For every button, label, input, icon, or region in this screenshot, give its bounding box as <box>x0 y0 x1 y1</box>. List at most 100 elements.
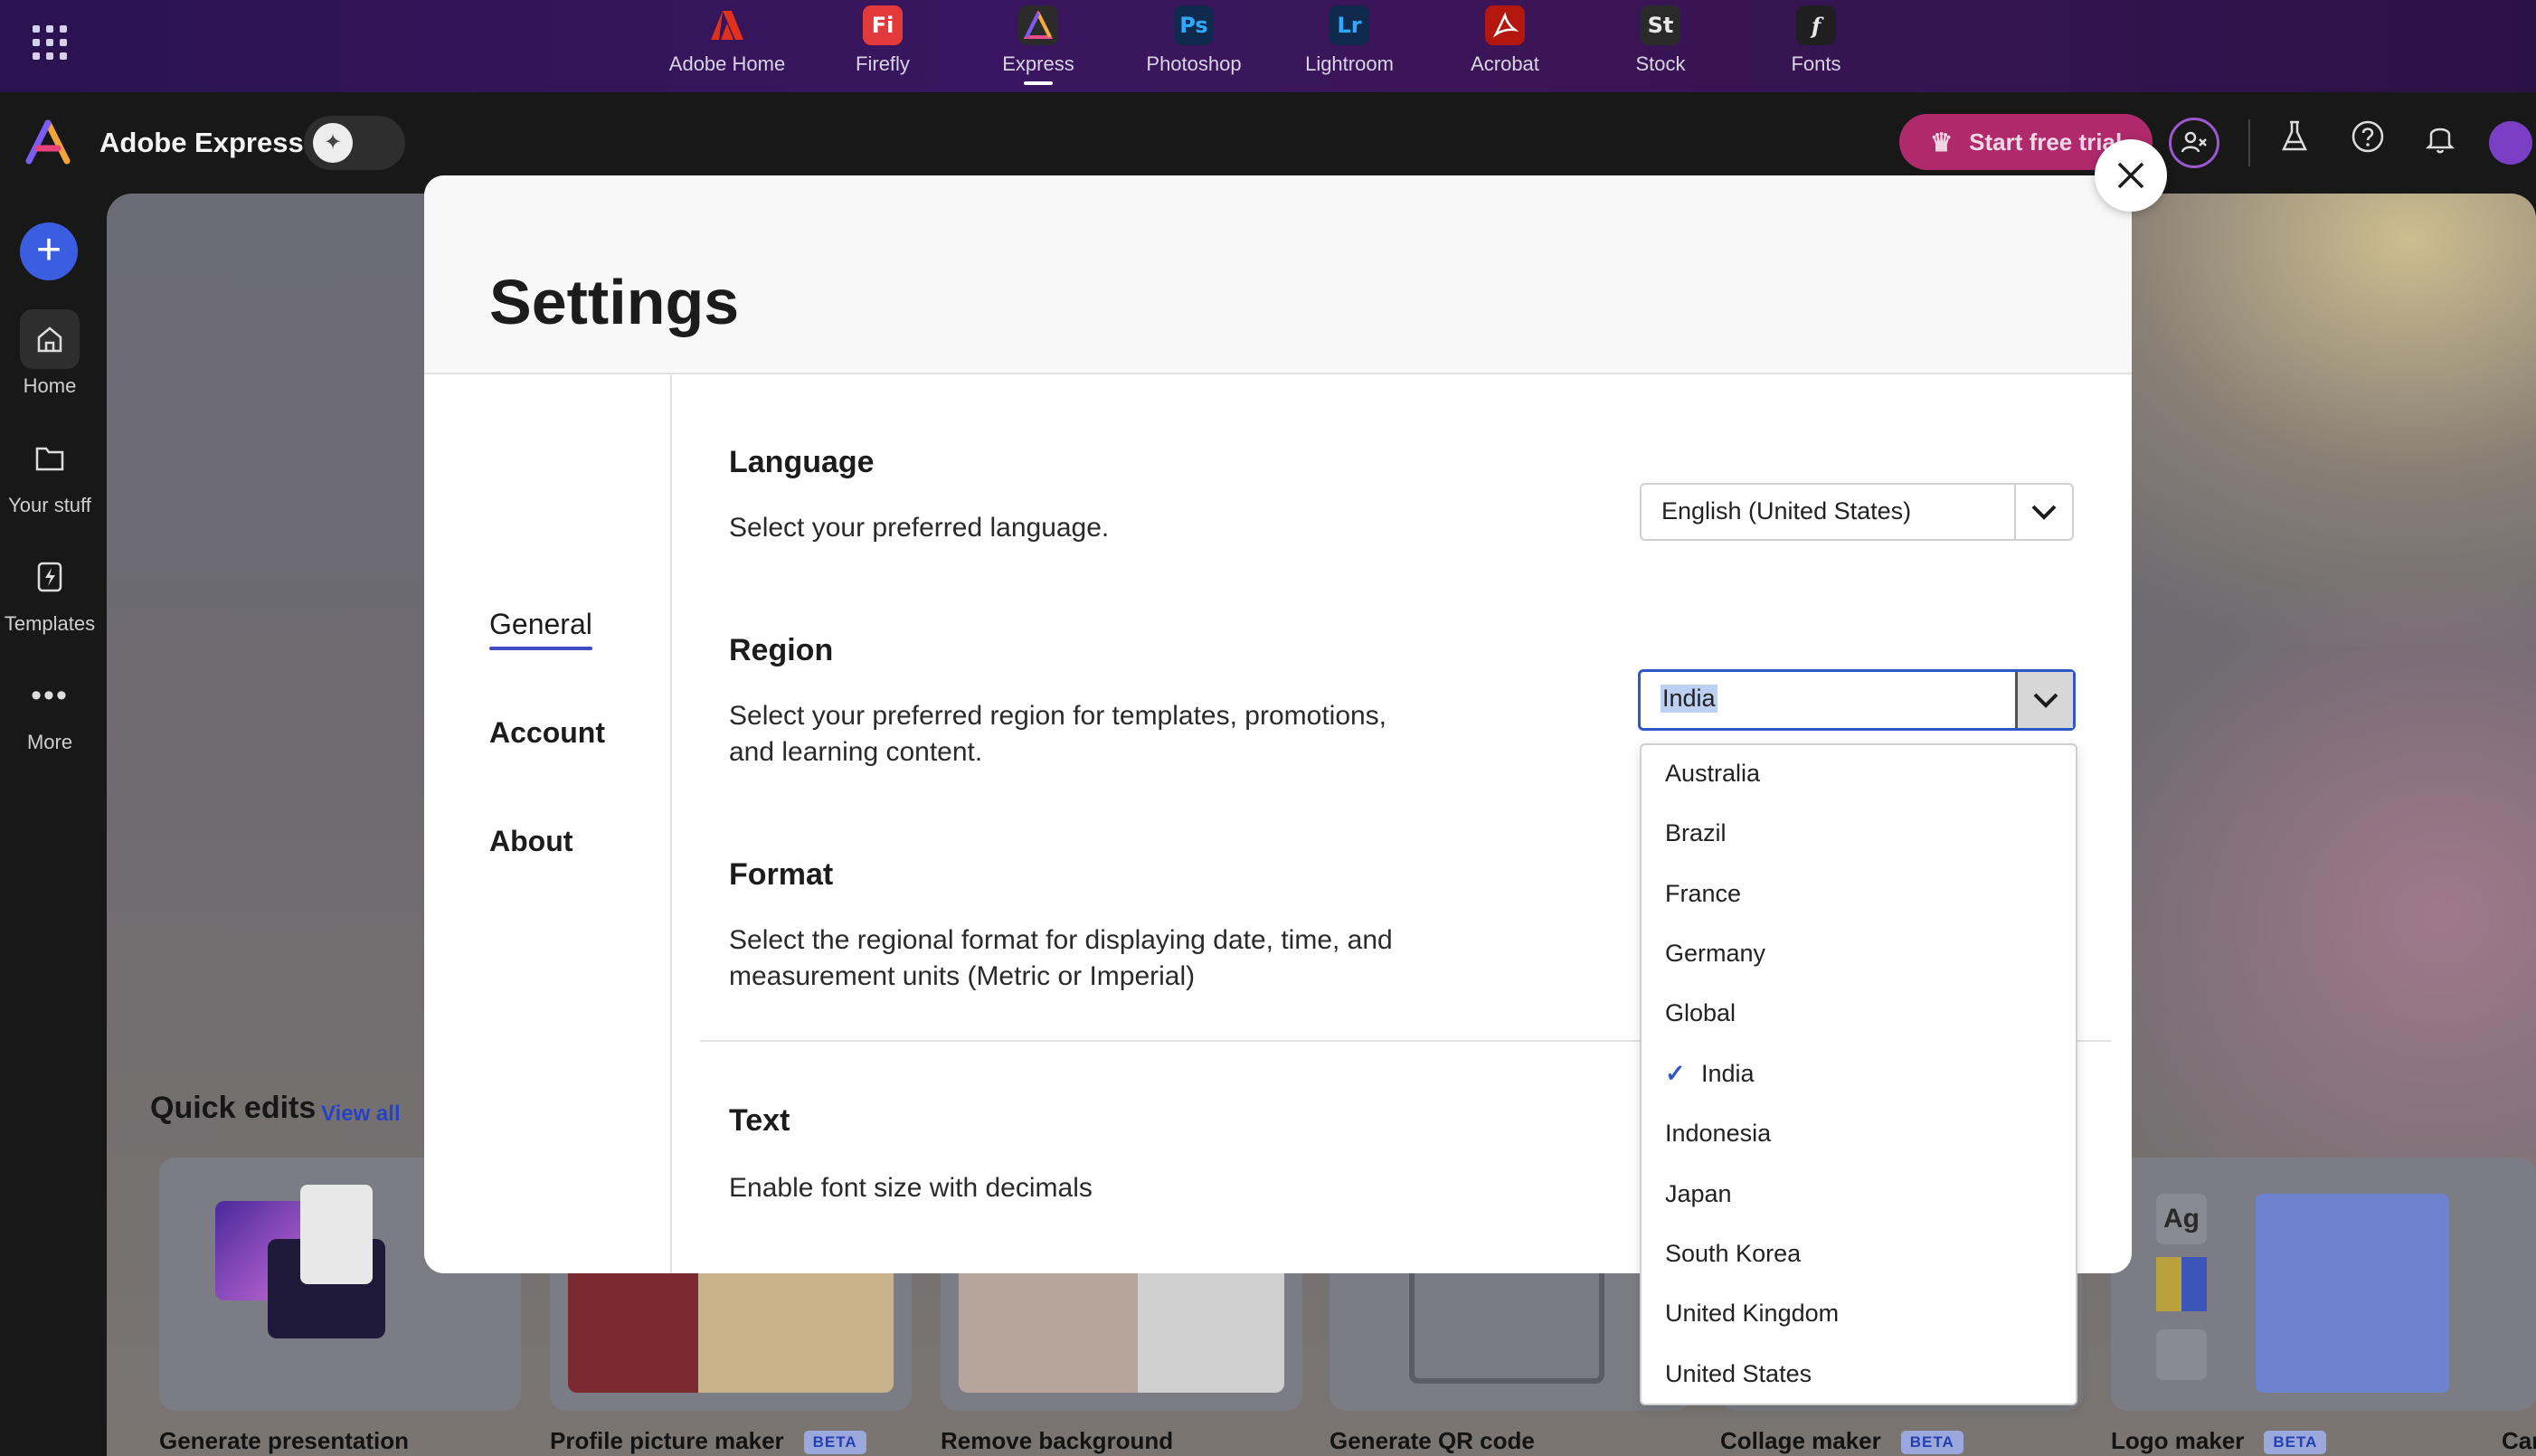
crown-icon: ♛ <box>1930 128 1954 156</box>
app-express[interactable]: Express <box>966 5 1111 87</box>
card-label-logo: Logo maker BETA <box>2111 1427 2327 1455</box>
rail-label: Templates <box>4 612 96 635</box>
region-dropdown-menu: Australia Brazil France Germany Global ✓… <box>1640 743 2077 1405</box>
sparkle-icon: ✦ <box>313 123 353 163</box>
region-option-selected[interactable]: ✓ India <box>1665 1060 1755 1088</box>
adobe-express-logo-icon[interactable] <box>25 119 71 165</box>
nav-account[interactable]: Account <box>489 716 605 750</box>
rail-label: Home <box>23 374 77 397</box>
trial-label: Start free trial <box>1969 128 2123 156</box>
app-photoshop[interactable]: Ps Photoshop <box>1121 5 1266 87</box>
region-option[interactable]: Brazil <box>1665 819 1727 847</box>
help-icon[interactable] <box>2345 119 2390 165</box>
labs-flask-icon[interactable] <box>2272 119 2317 165</box>
notifications-bell-icon[interactable] <box>2418 119 2463 165</box>
express-icon <box>1018 5 1058 45</box>
settings-nav: General Account About <box>424 374 672 1273</box>
region-option-label: India <box>1701 1060 1755 1087</box>
region-option[interactable]: Indonesia <box>1665 1120 1771 1148</box>
app-fonts[interactable]: f Fonts <box>1744 5 1888 87</box>
region-option[interactable]: Australia <box>1665 760 1760 788</box>
region-option[interactable]: United Kingdom <box>1665 1300 1839 1328</box>
app-label: Acrobat <box>1471 52 1539 75</box>
app-label: Firefly <box>856 52 910 75</box>
rail-item-more[interactable]: ••• More <box>0 666 99 754</box>
app-label: Adobe Home <box>668 52 786 75</box>
firefly-icon: Fi <box>863 5 903 45</box>
chevron-down-icon[interactable] <box>2014 485 2072 539</box>
rail-label: More <box>26 731 73 753</box>
chevron-down-icon[interactable] <box>2015 672 2073 728</box>
app-adobe-home[interactable]: Adobe Home <box>655 5 800 87</box>
rail-label: Your stuff <box>8 494 91 516</box>
app-label: Fonts <box>1791 52 1841 75</box>
app-firefly[interactable]: Fi Firefly <box>810 5 955 87</box>
font-sample-icon: Ag <box>2156 1194 2207 1244</box>
card-label-collage: Collage maker BETA <box>1720 1427 1964 1455</box>
create-new-button[interactable]: + <box>20 222 78 280</box>
beta-badge: BETA <box>1900 1431 1964 1455</box>
rail-item-your-stuff[interactable]: Your stuff <box>0 429 99 517</box>
app-label: Stock <box>1635 52 1686 75</box>
text-title: Text <box>729 1103 790 1138</box>
app-lightroom[interactable]: Lr Lightroom <box>1277 5 1422 87</box>
anchor-logo-thumbnail <box>2256 1194 2449 1393</box>
photoshop-icon: Ps <box>1174 5 1214 45</box>
lightroom-icon: Lr <box>1330 5 1369 45</box>
region-select[interactable]: India <box>1638 669 2076 731</box>
region-option[interactable]: United States <box>1665 1360 1812 1388</box>
close-icon <box>2117 162 2144 189</box>
acrobat-icon <box>1485 5 1525 45</box>
dialog-header: Settings <box>424 175 2132 374</box>
format-title: Format <box>729 857 834 892</box>
app-label: Photoshop <box>1146 52 1242 75</box>
format-desc: Select the regional format for displayin… <box>729 925 1393 991</box>
app-label: Express <box>1002 52 1074 75</box>
app-acrobat[interactable]: Acrobat <box>1433 5 1577 87</box>
ai-toggle[interactable]: ✦ <box>304 116 405 170</box>
dialog-title: Settings <box>489 267 740 337</box>
region-option[interactable]: Germany <box>1665 940 1765 968</box>
left-rail: + Home Your stuff Templates ••• More <box>0 194 99 1456</box>
quick-edits-title: Quick edits <box>150 1091 317 1125</box>
close-dialog-button[interactable] <box>2095 139 2167 212</box>
region-option[interactable]: France <box>1665 880 1741 908</box>
card-label: Generate presentation <box>159 1427 409 1454</box>
checkmark-icon: ✓ <box>1665 1060 1686 1087</box>
folder-icon <box>20 429 80 488</box>
rail-item-templates[interactable]: Templates <box>0 547 99 636</box>
region-option[interactable]: South Korea <box>1665 1240 1801 1268</box>
adobe-home-icon <box>707 5 747 45</box>
fonts-icon: f <box>1796 5 1836 45</box>
region-option[interactable]: Japan <box>1665 1180 1732 1208</box>
templates-icon <box>20 547 80 607</box>
region-option[interactable]: Global <box>1665 999 1736 1027</box>
region-title: Region <box>729 633 834 667</box>
card-label: Car <box>2502 1427 2536 1454</box>
more-dots-icon: ••• <box>31 677 69 713</box>
card-label: Generate QR code <box>1330 1427 1535 1454</box>
nav-general[interactable]: General <box>489 608 592 650</box>
region-value: India <box>1661 685 1717 713</box>
view-all-link[interactable]: View all <box>321 1101 401 1127</box>
app-stock[interactable]: St Stock <box>1588 5 1733 87</box>
language-title: Language <box>729 445 875 479</box>
card-label: Remove background <box>941 1427 1174 1454</box>
document-icon <box>300 1185 373 1284</box>
language-value: English (United States) <box>1661 497 1912 525</box>
brand-name: Adobe Express <box>99 127 304 158</box>
beta-badge: BETA <box>803 1431 866 1455</box>
stock-icon: St <box>1641 5 1680 45</box>
avatar[interactable] <box>2489 121 2532 165</box>
app-grid-icon[interactable] <box>33 25 67 60</box>
beta-badge: BETA <box>2264 1431 2327 1455</box>
text-desc: Enable font size with decimals <box>729 1173 1093 1203</box>
card-logo-maker[interactable]: Ag <box>2111 1158 2536 1411</box>
card-label-text: Logo maker <box>2111 1427 2245 1454</box>
share-people-icon[interactable] <box>2169 118 2219 168</box>
language-select[interactable]: English (United States) <box>1640 483 2074 541</box>
rail-item-home[interactable]: Home <box>0 309 99 398</box>
card-label-text: Collage maker <box>1720 1427 1881 1454</box>
nav-about[interactable]: About <box>489 825 572 858</box>
language-desc: Select your preferred language. <box>729 513 1110 543</box>
